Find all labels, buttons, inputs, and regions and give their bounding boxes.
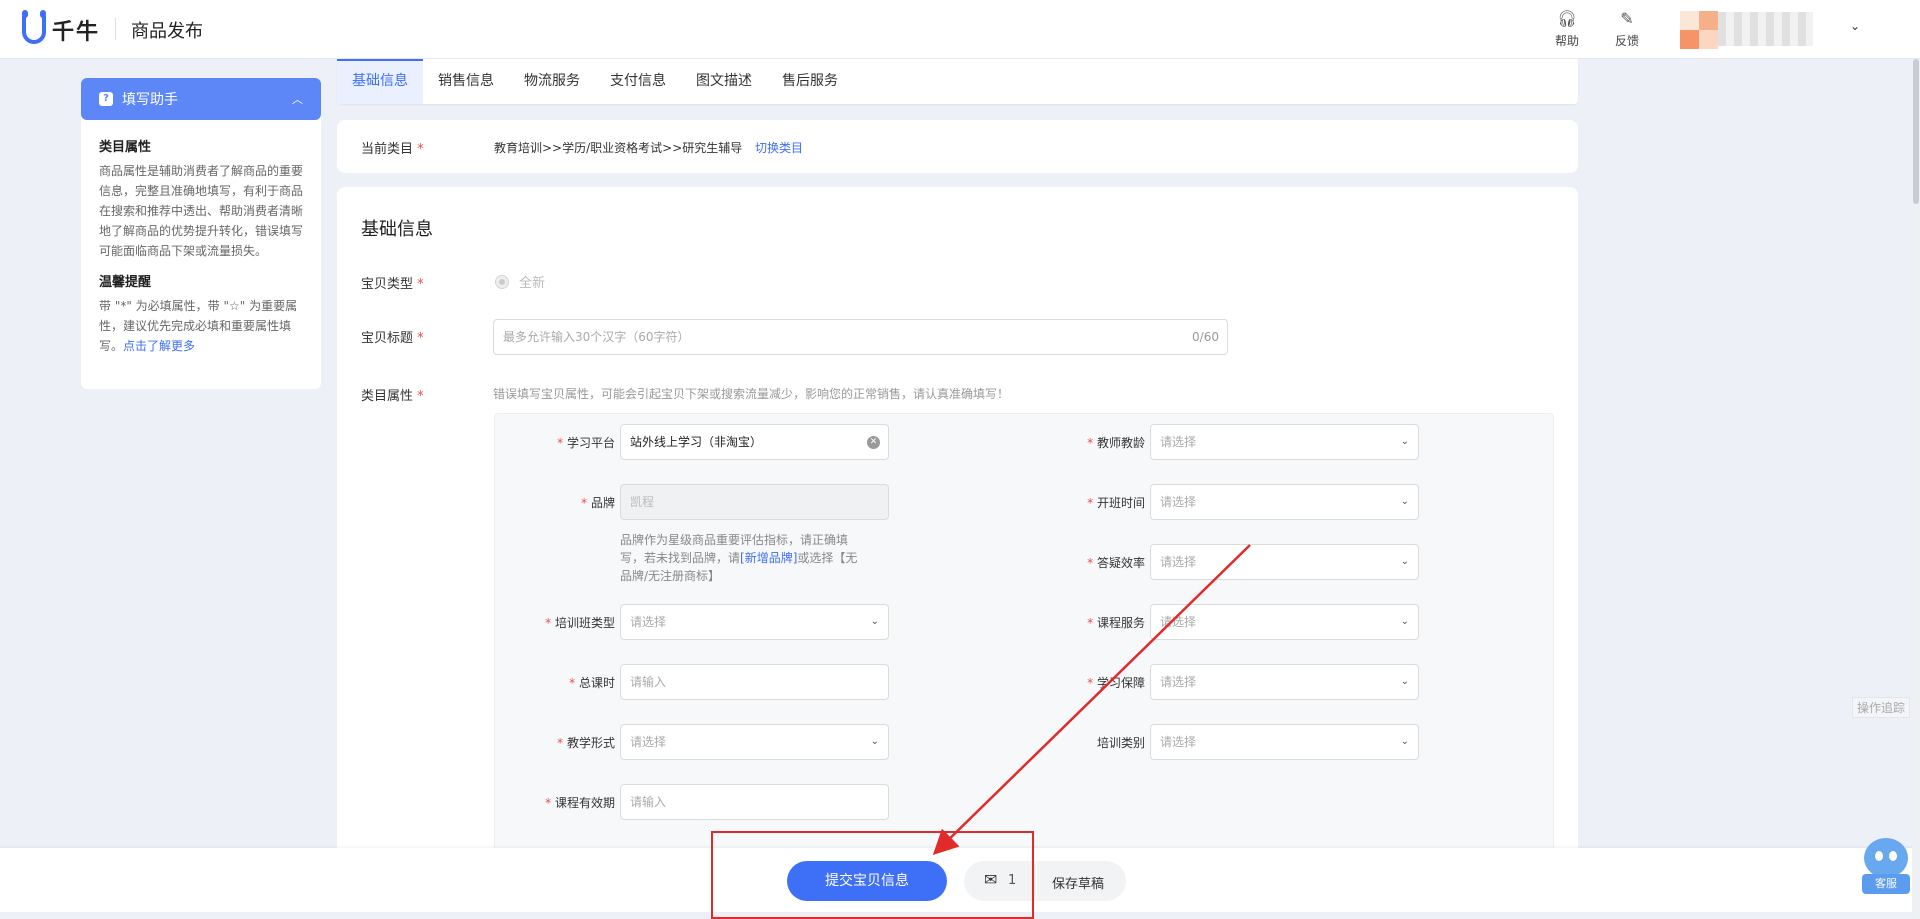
class-type-select[interactable]: 请选择 ⌄ <box>620 604 889 640</box>
chevron-down-icon[interactable]: ⌄ <box>1850 19 1860 33</box>
chevron-down-icon: ⌄ <box>1400 676 1409 687</box>
chevron-down-icon: ⌄ <box>1400 616 1409 627</box>
helper-header[interactable]: ? 填写助手 ︿ <box>81 78 321 120</box>
item-title-input[interactable]: 最多允许输入30个汉字（60字符） 0/60 <box>493 319 1228 355</box>
section-title: 基础信息 <box>361 219 433 240</box>
scrollbar-thumb[interactable] <box>1913 59 1919 204</box>
chevron-down-icon: ⌄ <box>1400 496 1409 507</box>
start-time-select[interactable]: 请选择 ⌄ <box>1150 484 1419 520</box>
course-service-select[interactable]: 请选择 ⌄ <box>1150 604 1419 640</box>
title-char-count: 0/60 <box>1192 330 1219 344</box>
brand-tip: 品牌作为星级商品重要评估指标，请正确填写，若未找到品牌，请[新增品牌]或选择【无… <box>620 533 858 583</box>
label-study-platform: * 学习平台 <box>557 436 615 450</box>
item-title-label: 宝贝标题 * <box>361 331 424 346</box>
label-class-type: * 培训班类型 <box>545 616 615 630</box>
fill-helper-panel: ? 填写助手 ︿ 类目属性 商品属性是辅助消费者了解商品的重要信息，完整且准确地… <box>81 78 321 389</box>
logo-icon <box>22 10 46 44</box>
qianniu-logo[interactable]: 千牛 <box>22 10 101 46</box>
logo-text: 千牛 <box>52 20 101 45</box>
clear-icon[interactable]: ✕ <box>867 436 880 449</box>
operation-trace-label[interactable]: 操作追踪 <box>1852 697 1911 718</box>
attr-warning: 错误填写宝贝属性，可能会引起宝贝下架或搜索流量减少，影响您的正常销售，请认真准确… <box>493 387 1010 401</box>
study-platform-field[interactable]: 站外线上学习（非淘宝） ✕ <box>620 424 889 460</box>
learn-more-link[interactable]: 点击了解更多 <box>123 339 195 353</box>
tab-sales-info[interactable]: 销售信息 <box>423 59 509 104</box>
item-type-radio-new[interactable]: 全新 <box>495 272 545 291</box>
feedback-button[interactable]: ✎ 反馈 <box>1607 10 1647 49</box>
course-validity-input[interactable]: 请输入 <box>620 784 889 820</box>
label-course-service: * 课程服务 <box>1087 616 1145 630</box>
user-name-blurred[interactable] <box>1718 12 1813 46</box>
label-start-time: * 开班时间 <box>1087 496 1145 510</box>
feedback-label: 反馈 <box>1614 34 1639 48</box>
tab-after-sales[interactable]: 售后服务 <box>767 59 853 104</box>
page-scrollbar[interactable] <box>1912 59 1920 919</box>
helper-heading-reminder: 温馨提醒 <box>99 275 152 290</box>
annotation-highlight-box <box>711 831 1034 919</box>
helper-text-category: 商品属性是辅助消费者了解商品的重要信息，完整且准确地填写，有利于商品在搜索和推荐… <box>99 164 304 258</box>
item-type-label: 宝贝类型 * <box>361 277 424 292</box>
headset-icon: 🎧︎ <box>1556 9 1578 28</box>
tab-description[interactable]: 图文描述 <box>681 59 767 104</box>
brand-field: 凯程 <box>620 484 889 520</box>
title-placeholder: 最多允许输入30个汉字（60字符） <box>503 330 690 344</box>
label-teaching-form: * 教学形式 <box>557 736 615 750</box>
chevron-down-icon: ⌄ <box>1400 736 1409 747</box>
helper-heading-category: 类目属性 <box>99 140 152 155</box>
tab-payment[interactable]: 支付信息 <box>595 59 681 104</box>
category-path: 教育培训>>学历/职业资格考试>>研究生辅导 <box>494 141 743 155</box>
header-divider <box>115 18 116 40</box>
teaching-form-select[interactable]: 请选择 ⌄ <box>620 724 889 760</box>
label-study-guarantee: * 学习保障 <box>1087 676 1145 690</box>
service-mascot-icon <box>1864 838 1908 878</box>
study-guarantee-select[interactable]: 请选择 ⌄ <box>1150 664 1419 700</box>
help-label: 帮助 <box>1554 34 1579 48</box>
basic-info-card: 基础信息 宝贝类型 * 全新 宝贝标题 * 最多允许输入30个汉字（60字符） … <box>337 187 1578 873</box>
chevron-down-icon: ⌄ <box>1400 436 1409 447</box>
section-tabs: 基础信息 销售信息 物流服务 支付信息 图文描述 售后服务 <box>337 59 1578 104</box>
attr-label: 类目属性 * <box>361 389 424 404</box>
top-bar: 千牛 商品发布 🎧︎ 帮助 ✎ 反馈 ⌄ <box>0 0 1920 59</box>
customer-service-button[interactable]: 客服 <box>1862 838 1910 894</box>
item-type-value: 全新 <box>519 276 546 291</box>
question-icon: ? <box>99 92 113 106</box>
save-draft-button[interactable]: 保存草稿 <box>1052 873 1104 892</box>
service-label: 客服 <box>1862 874 1910 894</box>
radio-dot <box>495 274 509 289</box>
category-label: 当前类目 * <box>361 142 424 157</box>
helper-title: 填写助手 <box>122 92 178 108</box>
chevron-up-icon[interactable]: ︿ <box>292 91 303 107</box>
help-button[interactable]: 🎧︎ 帮助 <box>1547 10 1587 49</box>
switch-category-link[interactable]: 切换类目 <box>755 139 803 156</box>
label-teacher-experience: * 教师教龄 <box>1087 436 1145 450</box>
mascot-eye <box>1889 851 1897 861</box>
chevron-down-icon: ⌄ <box>870 616 879 627</box>
qa-efficiency-select[interactable]: 请选择 ⌄ <box>1150 544 1419 580</box>
label-brand: * 品牌 <box>581 496 615 510</box>
total-hours-input[interactable]: 请输入 <box>620 664 889 700</box>
feedback-icon: ✎ <box>1620 9 1634 28</box>
label-qa-efficiency: * 答疑效率 <box>1087 556 1145 570</box>
page-title: 商品发布 <box>131 21 203 42</box>
helper-text-reminder: 带 "*" 为必填属性，带 "☆" 为重要属性，建议优先完成必填和重要属性填写。… <box>99 296 303 356</box>
teacher-experience-select[interactable]: 请选择 ⌄ <box>1150 424 1419 460</box>
divider <box>1036 861 1037 901</box>
attributes-panel: * 学习平台 站外线上学习（非淘宝） ✕ * 品牌 凯程 品牌作为星级商品重要评… <box>494 413 1554 873</box>
add-brand-link[interactable]: [新增品牌] <box>740 551 797 565</box>
category-card: 当前类目 * 教育培训>>学历/职业资格考试>>研究生辅导 切换类目 <box>337 120 1578 173</box>
mascot-eye <box>1875 851 1883 861</box>
label-course-validity: * 课程有效期 <box>545 796 615 810</box>
label-training-category: 培训类别 <box>1096 736 1145 750</box>
tab-basic-info[interactable]: 基础信息 <box>337 59 423 104</box>
user-avatar[interactable] <box>1680 11 1718 49</box>
study-platform-value: 站外线上学习（非淘宝） <box>630 435 763 449</box>
chevron-down-icon: ⌄ <box>1400 556 1409 567</box>
training-category-select[interactable]: 请选择 ⌄ <box>1150 724 1419 760</box>
chevron-down-icon: ⌄ <box>870 736 879 747</box>
label-total-hours: * 总课时 <box>569 676 615 690</box>
tab-logistics[interactable]: 物流服务 <box>509 59 595 104</box>
